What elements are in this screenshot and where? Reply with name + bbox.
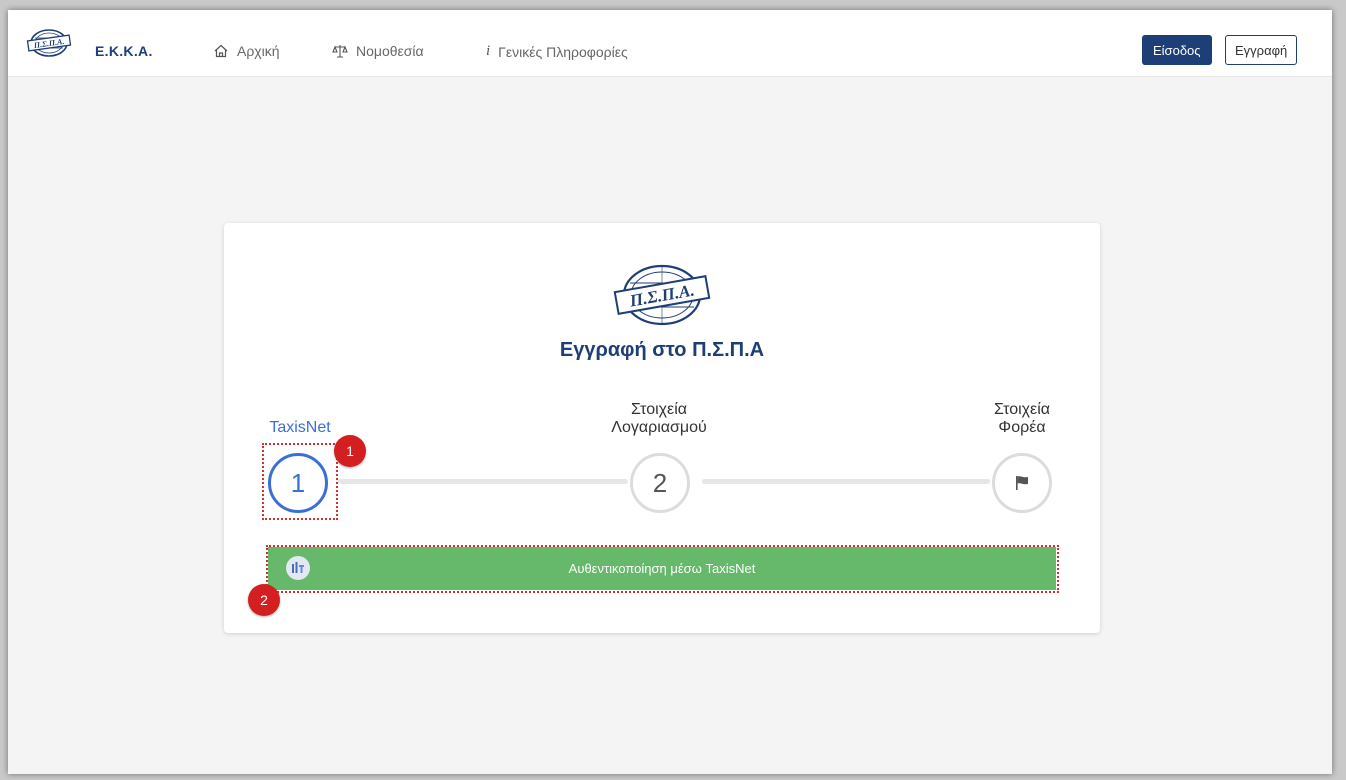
scales-icon	[332, 45, 348, 58]
step-connector-1	[338, 479, 628, 484]
flag-icon	[1016, 476, 1028, 490]
step-2-label: Στοιχεία Λογαριασμού	[599, 401, 719, 437]
home-icon	[214, 44, 228, 58]
step-2-circle[interactable]: 2	[630, 453, 690, 513]
login-button[interactable]: Είσοδος	[1142, 35, 1212, 65]
annotation-badge-2: 2	[248, 584, 280, 616]
nav-home[interactable]: Αρχική	[213, 43, 280, 59]
info-icon: i	[486, 43, 491, 59]
step-3-label: Στοιχεία Φορέα	[982, 401, 1062, 437]
nav-home-label: Αρχική	[237, 43, 280, 59]
nav-general-info[interactable]: i Γενικές Πληροφορίες	[486, 43, 628, 60]
nav-general-info-label: Γενικές Πληροφορίες	[498, 43, 628, 60]
top-navbar: Π.Σ.Π.Α. Ε.Κ.Κ.Α. Αρχική Νομοθεσία i Γεν…	[8, 10, 1332, 77]
step-3-label-line1: Στοιχεία	[993, 401, 1050, 418]
annotation-badge-1: 1	[334, 435, 366, 467]
nav-legislation-label: Νομοθεσία	[356, 43, 424, 59]
register-button[interactable]: Εγγραφή	[1225, 35, 1298, 65]
registration-card: Π.Σ.Π.Α. Εγγραφή στο Π.Σ.Π.Α TaxisNet Στ…	[224, 223, 1100, 633]
pspa-logo[interactable]: Π.Σ.Π.Α.	[24, 28, 74, 58]
highlight-step-1	[262, 443, 338, 520]
page-title: Εγγραφή στο Π.Σ.Π.Α	[559, 339, 765, 361]
pspa-logo-large: Π.Σ.Π.Α.	[613, 264, 711, 326]
highlight-taxisnet-button	[266, 545, 1059, 593]
nav-legislation[interactable]: Νομοθεσία	[332, 43, 424, 59]
step-connector-2	[702, 479, 990, 484]
step-3-label-line2: Φορέα	[998, 419, 1046, 436]
brand-name[interactable]: Ε.Κ.Κ.Α.	[95, 43, 153, 59]
browser-window: Π.Σ.Π.Α. Ε.Κ.Κ.Α. Αρχική Νομοθεσία i Γεν…	[8, 10, 1332, 774]
step-2-label-line2: Λογαριασμού	[611, 419, 707, 436]
step-1-label: TaxisNet	[269, 419, 331, 436]
step-3-circle[interactable]	[992, 453, 1052, 513]
step-2-label-line1: Στοιχεία	[630, 401, 687, 418]
